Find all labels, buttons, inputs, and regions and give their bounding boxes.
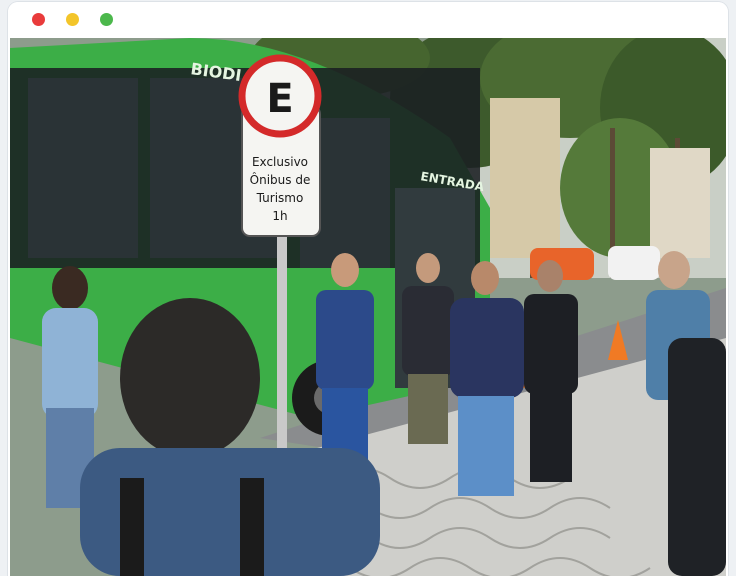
close-button[interactable] (32, 13, 45, 26)
sign-line-2: Ônibus de (250, 172, 311, 187)
parking-sign: E Exclusivo Ônibus de Turismo 1h (238, 54, 322, 237)
sign-letter: E (266, 76, 293, 122)
sign-line-3: Turismo (256, 191, 304, 205)
sign-line-1: Exclusivo (252, 155, 308, 169)
sign-line-4: 1h (272, 209, 287, 223)
building (490, 98, 560, 258)
browser-window: BIODI ENTRADA E Exclusivo Ônibus de Turi… (8, 2, 728, 576)
white-car (608, 246, 660, 280)
maximize-button[interactable] (100, 13, 113, 26)
street-photo: BIODI ENTRADA E Exclusivo Ônibus de Turi… (10, 38, 726, 576)
title-bar (8, 2, 728, 38)
minimize-button[interactable] (66, 13, 79, 26)
photo-illustration: BIODI ENTRADA E Exclusivo Ônibus de Turi… (10, 38, 726, 576)
